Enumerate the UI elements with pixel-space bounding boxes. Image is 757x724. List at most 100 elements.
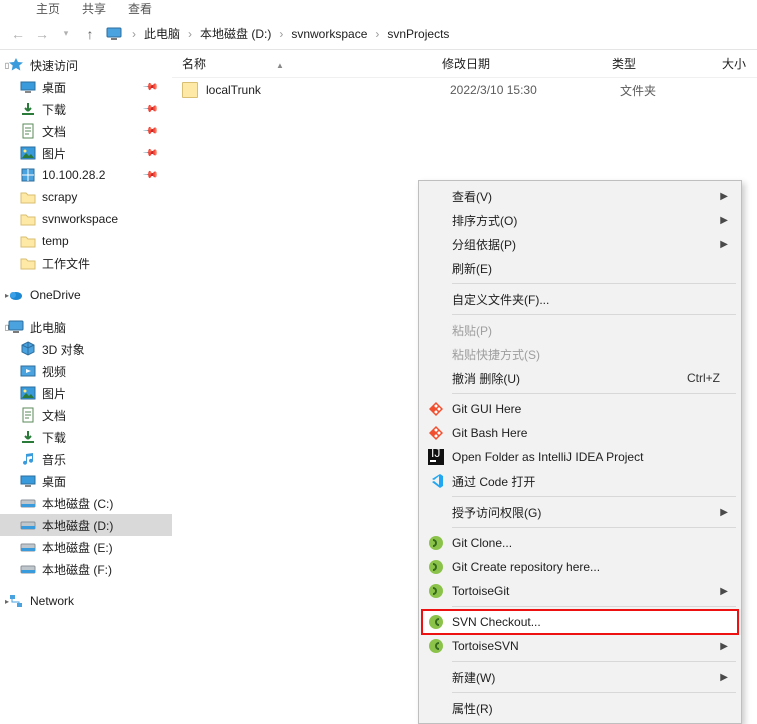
nav-recent-button[interactable]: ▾ bbox=[54, 22, 78, 46]
expand-icon[interactable]: ▯ bbox=[2, 61, 12, 70]
menu-view[interactable]: 查看 bbox=[128, 0, 152, 17]
menu-item[interactable]: SVN Checkout... bbox=[422, 610, 738, 634]
doc-icon bbox=[20, 407, 36, 423]
menu-item[interactable]: 新建(W)▶ bbox=[422, 665, 738, 689]
sidebar-item[interactable]: 图片 📌 bbox=[0, 142, 172, 164]
menu-item[interactable]: 通过 Code 打开 bbox=[422, 469, 738, 493]
context-menu: 查看(V)▶排序方式(O)▶分组依据(P)▶刷新(E)自定义文件夹(F)...粘… bbox=[418, 180, 742, 724]
3d-icon bbox=[20, 341, 36, 357]
menu-item[interactable]: Git Bash Here bbox=[422, 421, 738, 445]
expand-icon[interactable]: ▸ bbox=[2, 291, 12, 300]
pin-icon: 📌 bbox=[141, 79, 158, 96]
menu-item[interactable]: 查看(V)▶ bbox=[422, 184, 738, 208]
pin-icon: 📌 bbox=[141, 145, 158, 162]
sidebar-item[interactable]: ▯快速访问 bbox=[0, 54, 172, 76]
nav-up-button[interactable]: ↑ bbox=[78, 22, 102, 46]
menu-item[interactable]: 撤消 删除(U)Ctrl+Z bbox=[422, 366, 738, 390]
sidebar-item[interactable]: 音乐 bbox=[0, 448, 172, 470]
sidebar-item[interactable]: ▸OneDrive bbox=[0, 284, 172, 306]
sidebar-item[interactable]: 工作文件 bbox=[0, 252, 172, 274]
sidebar-item[interactable]: ▸Network bbox=[0, 590, 172, 612]
ij-icon: IJ bbox=[428, 449, 444, 465]
breadcrumb-part[interactable]: 本地磁盘 (D:) bbox=[196, 23, 275, 44]
sidebar-item[interactable]: 视频 bbox=[0, 360, 172, 382]
menu-item-label: Open Folder as IntelliJ IDEA Project bbox=[452, 450, 643, 464]
menu-item[interactable]: TortoiseGit▶ bbox=[422, 579, 738, 603]
sidebar-item[interactable]: scrapy bbox=[0, 186, 172, 208]
sidebar-item[interactable]: 文档📌 bbox=[0, 120, 172, 142]
menu-item[interactable]: 刷新(E) bbox=[422, 256, 738, 280]
col-date[interactable]: 修改日期 bbox=[442, 55, 612, 72]
menu-item[interactable]: 分组依据(P)▶ bbox=[422, 232, 738, 256]
sidebar-item[interactable]: 下载 📌 bbox=[0, 98, 172, 120]
file-row[interactable]: localTrunk 2022/3/10 15:30 文件夹 bbox=[172, 78, 757, 102]
sidebar-item-label: 桌面 bbox=[42, 473, 66, 490]
expand-icon[interactable]: ▯ bbox=[2, 323, 12, 332]
menu-item-label: 排序方式(O) bbox=[452, 212, 517, 229]
sidebar-item[interactable]: 本地磁盘 (D:) bbox=[0, 514, 172, 536]
menu-share[interactable]: 共享 bbox=[82, 0, 106, 17]
menu-item[interactable]: Git Create repository here... bbox=[422, 555, 738, 579]
sidebar-item-label: 下载 bbox=[42, 101, 66, 118]
tgit-icon bbox=[428, 535, 444, 551]
sidebar-item[interactable]: 10.100.28.2📌 bbox=[0, 164, 172, 186]
sidebar-item-label: 本地磁盘 (C:) bbox=[42, 495, 113, 512]
sidebar-item[interactable]: 桌面📌 bbox=[0, 76, 172, 98]
col-name[interactable]: 名称▲ bbox=[182, 55, 442, 72]
menu-item[interactable]: 授予访问权限(G)▶ bbox=[422, 500, 738, 524]
menu-item-label: Git Clone... bbox=[452, 536, 512, 550]
pin-icon: 📌 bbox=[141, 101, 158, 118]
sidebar-item-label: 图片 bbox=[42, 145, 66, 162]
menu-item-label: TortoiseGit bbox=[452, 584, 509, 598]
sidebar-item-label: svnworkspace bbox=[42, 212, 118, 226]
sidebar-item[interactable]: 文档 bbox=[0, 404, 172, 426]
file-type: 文件夹 bbox=[620, 82, 730, 99]
menu-item[interactable]: TortoiseSVN▶ bbox=[422, 634, 738, 658]
menu-item-label: TortoiseSVN bbox=[452, 639, 519, 653]
address-bar: ← → ▾ ↑ › 此电脑 › 本地磁盘 (D:) › svnworkspace… bbox=[0, 18, 757, 50]
download-icon bbox=[20, 101, 36, 117]
file-list-pane: 名称▲ 修改日期 类型 大小 localTrunk 2022/3/10 15:3… bbox=[172, 50, 757, 672]
expand-icon[interactable]: ▸ bbox=[2, 597, 12, 606]
menu-separator bbox=[452, 393, 736, 394]
breadcrumb-part[interactable]: 此电脑 bbox=[140, 23, 184, 44]
tsvn-icon bbox=[428, 638, 444, 654]
sidebar-item[interactable]: ▯此电脑 bbox=[0, 316, 172, 338]
breadcrumb-part[interactable]: svnProjects bbox=[383, 25, 453, 43]
col-type[interactable]: 类型 bbox=[612, 55, 722, 72]
menu-item-label: 分组依据(P) bbox=[452, 236, 516, 253]
sidebar-item-label: 本地磁盘 (E:) bbox=[42, 539, 113, 556]
sidebar-item[interactable]: 图片 bbox=[0, 382, 172, 404]
menu-home[interactable]: 主页 bbox=[36, 0, 60, 17]
breadcrumb-sep: › bbox=[375, 27, 379, 41]
folder-icon bbox=[20, 255, 36, 271]
sidebar-item[interactable]: 桌面 bbox=[0, 470, 172, 492]
window-menubar: 主页 共享 查看 bbox=[0, 0, 757, 18]
breadcrumb-part[interactable]: svnworkspace bbox=[287, 25, 371, 43]
menu-item[interactable]: 自定义文件夹(F)... bbox=[422, 287, 738, 311]
menu-item[interactable]: 属性(R) bbox=[422, 696, 738, 720]
folder-icon bbox=[20, 233, 36, 249]
menu-item-label: 粘贴(P) bbox=[452, 322, 492, 339]
menu-item[interactable]: Git GUI Here bbox=[422, 397, 738, 421]
menu-item[interactable]: IJ Open Folder as IntelliJ IDEA Project bbox=[422, 445, 738, 469]
sidebar-item[interactable]: 3D 对象 bbox=[0, 338, 172, 360]
sidebar-item[interactable]: 本地磁盘 (C:) bbox=[0, 492, 172, 514]
svg-text:IJ: IJ bbox=[431, 449, 440, 460]
menu-item[interactable]: Git Clone... bbox=[422, 531, 738, 555]
doc-icon bbox=[20, 123, 36, 139]
menu-shortcut: Ctrl+Z bbox=[687, 371, 720, 385]
sidebar-item[interactable]: temp bbox=[0, 230, 172, 252]
nav-back-button[interactable]: ← bbox=[6, 22, 30, 46]
sidebar-item[interactable]: 本地磁盘 (E:) bbox=[0, 536, 172, 558]
file-date: 2022/3/10 15:30 bbox=[450, 83, 620, 97]
sidebar-item[interactable]: 本地磁盘 (F:) bbox=[0, 558, 172, 580]
sidebar-item[interactable]: svnworkspace bbox=[0, 208, 172, 230]
sidebar-item-label: 3D 对象 bbox=[42, 341, 85, 358]
menu-item[interactable]: 排序方式(O)▶ bbox=[422, 208, 738, 232]
sidebar-item[interactable]: 下载 bbox=[0, 426, 172, 448]
breadcrumb[interactable]: › 此电脑 › 本地磁盘 (D:) › svnworkspace › svnPr… bbox=[106, 23, 453, 44]
sidebar-item-label: 本地磁盘 (D:) bbox=[42, 517, 113, 534]
submenu-arrow-icon: ▶ bbox=[720, 191, 728, 202]
col-size[interactable]: 大小 bbox=[722, 55, 757, 72]
